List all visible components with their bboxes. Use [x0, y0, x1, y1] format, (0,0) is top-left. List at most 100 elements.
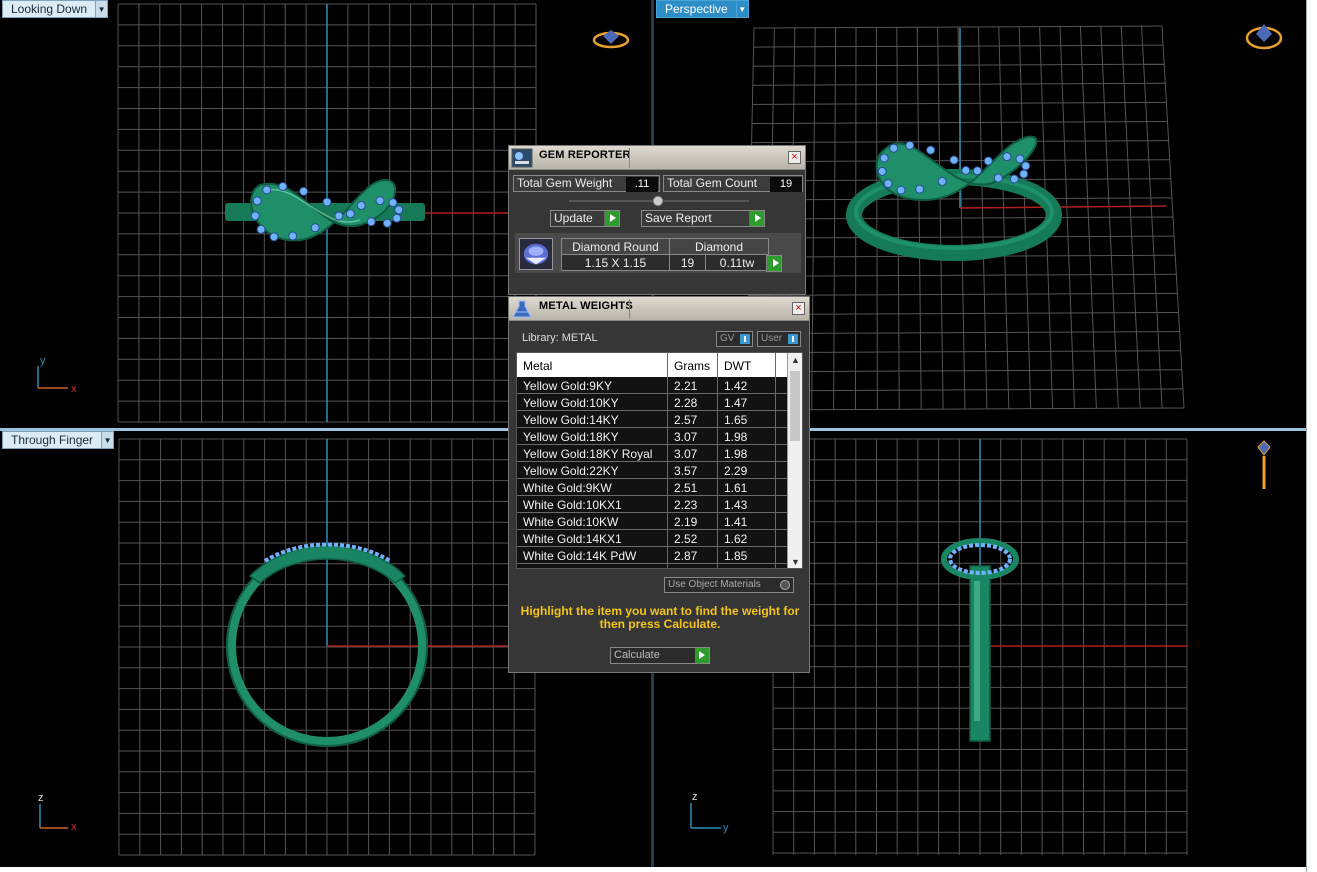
title-separator — [629, 148, 630, 168]
grams-value: 2.87 — [674, 549, 698, 563]
grams-value: 2.21 — [674, 379, 698, 393]
metal-name: Yellow Gold:18KY — [523, 430, 619, 444]
metal-name: Yellow Gold:9KY — [523, 379, 612, 393]
grams-value: 3.07 — [674, 430, 698, 444]
gem-reporter-panel: GEM REPORTER × Total Gem Weight .11 Tota… — [508, 145, 806, 295]
column-divider — [667, 353, 668, 568]
close-icon[interactable]: × — [788, 151, 801, 164]
metal-table-scrollbar[interactable]: ▲ ▼ — [787, 353, 802, 568]
info-icon — [788, 334, 798, 344]
round-diamond-icon — [519, 238, 553, 270]
ring-orientation-icon[interactable] — [1245, 24, 1283, 50]
update-button[interactable]: Update — [550, 210, 620, 227]
table-row[interactable]: Yellow Gold:9KY 2.21 1.42 — [517, 377, 788, 394]
chevron-down-icon[interactable]: ▼ — [96, 0, 109, 18]
calculate-button[interactable]: Calculate — [610, 647, 710, 664]
scroll-up-icon[interactable]: ▲ — [788, 353, 802, 368]
dwt-value: 1.41 — [724, 515, 748, 529]
perspective-grid — [745, 25, 1185, 411]
calculate-label: Calculate — [614, 649, 660, 661]
play-icon — [767, 256, 781, 271]
gem-reporter-icon — [511, 148, 533, 168]
scroll-thumb[interactable] — [790, 371, 800, 441]
viewport-label: Perspective — [656, 0, 737, 18]
grams-value: 2.28 — [674, 396, 698, 410]
axis-h-label: x — [71, 383, 77, 395]
flask-icon — [512, 300, 532, 318]
total-gem-weight-value: .11 — [626, 177, 658, 192]
play-icon — [695, 648, 709, 663]
col-grams: Grams — [674, 359, 710, 373]
report-slider[interactable] — [569, 195, 749, 207]
axis-h-label: y — [723, 822, 729, 834]
grams-value: 3.07 — [674, 447, 698, 461]
save-report-button[interactable]: Save Report — [641, 210, 765, 227]
table-row[interactable]: White Gold:10KW 2.19 1.41 — [517, 513, 788, 530]
gem-row-go-button[interactable] — [766, 255, 782, 272]
gem-material: Diamond — [669, 238, 769, 255]
axis-triad — [37, 366, 68, 389]
table-row[interactable]: Yellow Gold:10KY 2.28 1.47 — [517, 394, 788, 411]
axis-triad — [690, 803, 721, 829]
dwt-value: 1.47 — [724, 396, 748, 410]
close-icon[interactable]: × — [792, 302, 805, 315]
total-gem-count-value: 19 — [770, 177, 802, 192]
metal-table-header: Metal Grams DWT — [517, 353, 788, 377]
metal-weights-panel: METAL WEIGHTS × Library: METAL GV User M… — [508, 296, 810, 673]
total-gem-count-label: Total Gem Count — [667, 176, 758, 190]
ring-orientation-icon[interactable] — [592, 30, 630, 49]
table-row[interactable]: Yellow Gold:14KY 2.57 1.65 — [517, 411, 788, 428]
table-row[interactable]: Yellow Gold:22KY 3.57 2.29 — [517, 462, 788, 479]
axis-v-label: y — [40, 355, 46, 367]
cad-workspace: y x Looking Down ▼ Perspective ▼ z x Thr… — [0, 0, 1317, 872]
window-edge — [1306, 0, 1317, 872]
viewport-view-selector[interactable]: Looking Down ▼ — [2, 0, 109, 18]
table-row[interactable]: Yellow Gold:18KY Royal 3.07 1.98 — [517, 445, 788, 462]
chevron-down-icon[interactable]: ▼ — [102, 431, 115, 449]
dwt-value: 1.42 — [724, 379, 748, 393]
panel-title: GEM REPORTER — [539, 149, 631, 161]
grams-value: 2.52 — [674, 532, 698, 546]
grams-value: 2.57 — [674, 413, 698, 427]
table-row[interactable]: White Gold:14K PdW 2.87 1.85 — [517, 547, 788, 564]
gem-row[interactable]: Diamond Round Diamond 1.15 X 1.15 19 0.1… — [561, 238, 769, 271]
update-label: Update — [554, 211, 593, 225]
metal-table[interactable]: Metal Grams DWT Yellow Gold:9KY 2.21 1.42 Y… — [516, 352, 803, 569]
gv-library-toggle[interactable]: GV — [716, 331, 753, 347]
gem-size: 1.15 X 1.15 — [561, 254, 670, 271]
table-row[interactable]: White Gold:14KX1 2.52 1.62 — [517, 530, 788, 547]
metal-weights-titlebar[interactable]: METAL WEIGHTS × — [509, 297, 809, 321]
column-divider — [775, 353, 776, 568]
metal-name: Yellow Gold:22KY — [523, 464, 619, 478]
scroll-down-icon[interactable]: ▼ — [788, 555, 802, 568]
user-library-toggle[interactable]: User — [757, 331, 801, 347]
ring-orientation-icon[interactable] — [1257, 440, 1271, 489]
metal-name: Yellow Gold:10KY — [523, 396, 619, 410]
gem-reporter-titlebar[interactable]: GEM REPORTER × — [509, 146, 805, 170]
metal-name: White Gold:14KX1 — [523, 532, 622, 546]
chevron-down-icon[interactable]: ▼ — [736, 0, 749, 18]
panel-title: METAL WEIGHTS — [539, 300, 633, 312]
table-row[interactable]: White Gold:9KW 2.51 1.61 — [517, 479, 788, 496]
dwt-value: 1.61 — [724, 481, 748, 495]
instruction-text: Highlight the item you want to find the … — [520, 604, 800, 631]
total-gem-weight-field: Total Gem Weight .11 — [513, 175, 660, 192]
viewport-view-selector[interactable]: Perspective ▼ — [656, 0, 749, 18]
axis-h-label: x — [71, 821, 77, 833]
total-gem-weight-label: Total Gem Weight — [517, 176, 613, 190]
use-object-materials-toggle[interactable]: Use Object Materials — [664, 577, 794, 593]
library-label: Library: METAL — [522, 332, 598, 344]
table-row[interactable]: White Gold:10KX1 2.23 1.43 — [517, 496, 788, 513]
col-metal: Metal — [523, 359, 553, 373]
grams-value: 2.23 — [674, 498, 698, 512]
user-label: User — [761, 333, 783, 344]
info-icon — [740, 334, 750, 344]
gem-list: Diamond Round Diamond 1.15 X 1.15 19 0.1… — [515, 233, 801, 273]
viewport-view-selector[interactable]: Through Finger ▼ — [2, 431, 115, 449]
dwt-value: 1.62 — [724, 532, 748, 546]
table-row[interactable]: Yellow Gold:18KY 3.07 1.98 — [517, 428, 788, 445]
dwt-value: 1.85 — [724, 549, 748, 563]
gem-count: 19 — [669, 254, 706, 271]
play-icon — [749, 211, 764, 226]
metal-table-body: Yellow Gold:9KY 2.21 1.42 Yellow Gold:10KY 2… — [517, 377, 788, 564]
